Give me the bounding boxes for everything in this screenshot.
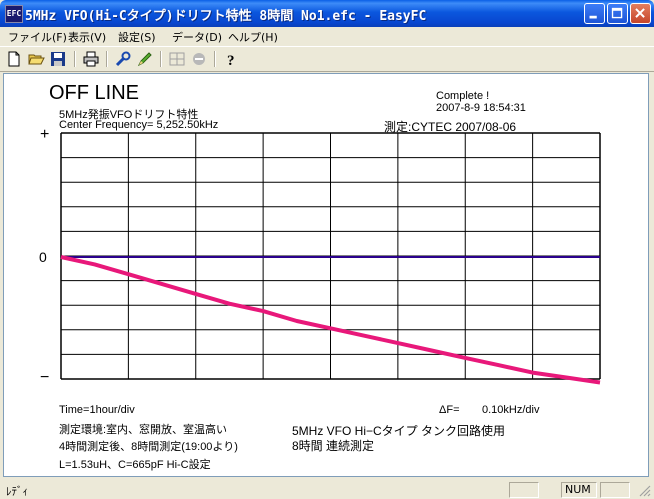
menu-data[interactable]: データ(D) bbox=[172, 29, 222, 45]
note-environment: 測定環境:室内、窓開放、室温高い bbox=[59, 424, 228, 436]
toolbar-separator bbox=[214, 51, 216, 67]
menu-view[interactable]: 表示(V) bbox=[68, 29, 106, 45]
note-duration: 4時間測定後、8時間測定(19:00より) bbox=[59, 441, 238, 453]
maximize-icon bbox=[611, 7, 623, 19]
help-icon[interactable]: ? bbox=[222, 50, 240, 68]
new-file-icon[interactable] bbox=[5, 50, 23, 68]
minimize-button[interactable] bbox=[584, 3, 605, 24]
menu-settings[interactable]: 設定(S) bbox=[118, 29, 156, 45]
close-button[interactable] bbox=[630, 3, 651, 24]
app-icon[interactable]: EFC bbox=[5, 5, 23, 23]
menu-help[interactable]: ヘルプ(H) bbox=[228, 29, 278, 45]
pen-icon[interactable] bbox=[136, 50, 154, 68]
toolbar-separator bbox=[74, 51, 76, 67]
maximize-button[interactable] bbox=[607, 3, 628, 24]
save-icon[interactable] bbox=[49, 50, 67, 68]
menu-bar: ファイル(F) 表示(V) 設定(S) データ(D) ヘルプ(H) bbox=[0, 27, 654, 46]
resize-grip-icon[interactable] bbox=[638, 484, 652, 498]
minimize-icon bbox=[589, 15, 597, 19]
stop-icon[interactable] bbox=[190, 50, 208, 68]
status-ready: ﾚﾃﾞｨ bbox=[6, 486, 28, 498]
open-folder-icon[interactable] bbox=[27, 50, 45, 68]
svg-text:?: ? bbox=[227, 53, 235, 68]
plot-canvas: OFF LINE 5MHz発振VFOドリフト特性 Center Frequenc… bbox=[3, 73, 649, 477]
note-lc: L=1.53uH、C=665pF Hi-C設定 bbox=[59, 459, 211, 471]
toolbar: ? bbox=[0, 46, 654, 72]
wrench-icon[interactable] bbox=[114, 50, 132, 68]
toolbar-separator bbox=[160, 51, 162, 67]
toolbar-separator bbox=[106, 51, 108, 67]
close-icon bbox=[635, 8, 645, 18]
comment-line-2: 8時間 連続測定 bbox=[292, 439, 375, 453]
app-window: EFC 5MHz VFO(Hi-Cタイプ)ドリフト特性 8時間 No1.efc … bbox=[0, 0, 654, 499]
delta-f-label: ΔF= bbox=[439, 404, 460, 416]
delta-f-value: 0.10kHz/div bbox=[482, 404, 540, 416]
title-bar[interactable]: EFC 5MHz VFO(Hi-Cタイプ)ドリフト特性 8時間 No1.efc … bbox=[0, 0, 654, 27]
status-panel-num: NUM bbox=[561, 482, 597, 498]
status-panel-caps bbox=[509, 482, 539, 498]
window-title: 5MHz VFO(Hi-Cタイプ)ドリフト特性 8時間 No1.efc - Ea… bbox=[25, 9, 427, 24]
menu-file[interactable]: ファイル(F) bbox=[8, 29, 67, 45]
print-icon[interactable] bbox=[82, 50, 100, 68]
status-bar: ﾚﾃﾞｨ NUM bbox=[0, 480, 654, 499]
status-panel-scroll bbox=[600, 482, 630, 498]
time-scale: Time=1hour/div bbox=[59, 404, 135, 416]
chart-icon[interactable] bbox=[168, 50, 186, 68]
